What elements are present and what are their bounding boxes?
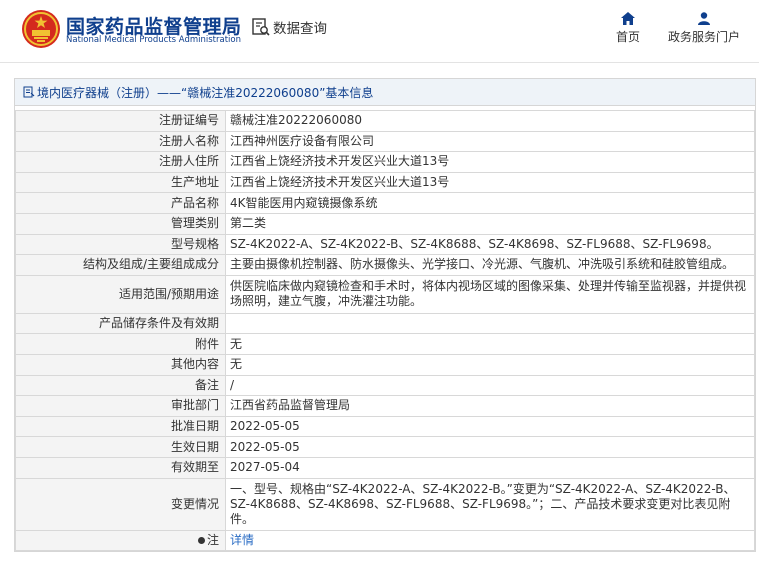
info-row: 型号规格 SZ-4K2022-A、SZ-4K2022-B、SZ-4K8688、SZ… — [15, 233, 755, 256]
info-bullet-icon — [197, 536, 205, 544]
data-query-icon — [252, 18, 270, 36]
row-value: 主要由摄像机控制器、防水摄像头、光学接口、冷光源、气腹机、冲洗吸引系统和硅胶管组… — [225, 254, 755, 276]
row-value: 2022-05-05 — [225, 415, 755, 438]
nav-home[interactable]: 首页 — [613, 12, 643, 45]
row-value: 江西省上饶经济技术开发区兴业大道13号 — [225, 151, 755, 173]
info-row: 变更情况 一、型号、规格由“SZ-4K2022-A、SZ-4K2022-B。”变更… — [15, 477, 755, 531]
row-label: 批准日期 — [15, 415, 226, 438]
info-row: 生产地址 江西省上饶经济技术开发区兴业大道13号 — [15, 171, 755, 194]
row-label: 变更情况 — [15, 477, 226, 531]
row-value: 供医院临床做内窥镜检查和手术时，将体内视场区域的图像采集、处理并传输至监视器，并… — [225, 274, 755, 314]
row-value: 无 — [225, 353, 755, 376]
row-value: 江西神州医疗设备有限公司 — [225, 130, 755, 153]
row-label: 审批部门 — [15, 395, 226, 417]
row-value: 2027-05-04 — [225, 456, 755, 479]
row-value: 2022-05-05 — [225, 436, 755, 458]
row-value: 赣械注准20222060080 — [225, 110, 755, 132]
nav-portal-label: 政务服务门户 — [667, 30, 740, 44]
panel-title-bar: 境内医疗器械（注册）——“赣械注准20222060080”基本信息 — [15, 79, 755, 106]
info-row: 产品名称 4K智能医用内窥镜摄像系统 — [15, 192, 755, 214]
nav-home-label: 首页 — [615, 30, 640, 44]
row-value: 无 — [225, 333, 755, 355]
site-subtitle: National Medical Products Administration — [66, 35, 241, 45]
row-value: 第二类 — [225, 212, 755, 235]
row-label: 管理类别 — [15, 212, 226, 235]
row-label: 型号规格 — [15, 233, 226, 256]
document-icon — [23, 86, 35, 98]
row-value: 江西省上饶经济技术开发区兴业大道13号 — [225, 171, 755, 194]
info-row: 有效期至 2027-05-04 — [15, 456, 755, 479]
info-row: 备注 / — [15, 374, 755, 397]
info-row: 注册人名称 江西神州医疗设备有限公司 — [15, 130, 755, 153]
info-row: 注册人住所 江西省上饶经济技术开发区兴业大道13号 — [15, 151, 755, 173]
site-header: 国家药品监督管理局 National Medical Products Admi… — [0, 0, 759, 62]
user-icon — [698, 12, 710, 25]
info-row: 产品储存条件及有效期 — [15, 312, 755, 335]
home-icon — [621, 12, 635, 25]
panel-title: 境内医疗器械（注册）——“赣械注准20222060080”基本信息 — [37, 85, 374, 100]
row-label: 产品储存条件及有效期 — [15, 312, 226, 335]
row-label: 结构及组成/主要组成成分 — [15, 254, 226, 276]
info-row: 注册证编号 赣械注准20222060080 — [15, 110, 755, 132]
info-row: 管理类别 第二类 — [15, 212, 755, 235]
info-row: 生效日期 2022-05-05 — [15, 436, 755, 458]
header-divider — [0, 62, 759, 78]
row-label: 适用范围/预期用途 — [15, 274, 226, 314]
info-row: 批准日期 2022-05-05 — [15, 415, 755, 438]
row-value: 江西省药品监督管理局 — [225, 395, 755, 417]
data-query-label: 数据查询 — [273, 21, 327, 37]
note-label-cell: 注 — [15, 529, 226, 552]
row-label: 产品名称 — [15, 192, 226, 214]
row-value: SZ-4K2022-A、SZ-4K2022-B、SZ-4K8688、SZ-4K8… — [225, 233, 755, 256]
row-value: 一、型号、规格由“SZ-4K2022-A、SZ-4K2022-B。”变更为“SZ… — [225, 477, 755, 531]
row-label: 有效期至 — [15, 456, 226, 479]
note-row: 注详情 — [15, 529, 755, 552]
row-label: 生产地址 — [15, 171, 226, 194]
info-row: 附件无 — [15, 333, 755, 355]
info-row: 结构及组成/主要组成成分 主要由摄像机控制器、防水摄像头、光学接口、冷光源、气腹机… — [15, 254, 755, 276]
row-value — [225, 312, 755, 335]
row-label: 备注 — [15, 374, 226, 397]
row-label: 注册证编号 — [15, 110, 226, 132]
data-query-link[interactable]: 数据查询 — [251, 17, 327, 37]
row-value: 4K智能医用内窥镜摄像系统 — [225, 192, 755, 214]
national-emblem-icon — [22, 10, 60, 48]
row-label: 注册人名称 — [15, 130, 226, 153]
nav-gov-service-portal[interactable]: 政务服务门户 — [667, 12, 741, 45]
row-label: 生效日期 — [15, 436, 226, 458]
row-label: 注册人住所 — [15, 151, 226, 173]
note-value-cell: 详情 — [225, 529, 755, 552]
info-row: 其他内容无 — [15, 353, 755, 376]
row-label: 其他内容 — [15, 353, 226, 376]
row-value: / — [225, 374, 755, 397]
device-info-table: 注册证编号 赣械注准20222060080 注册人名称 江西神州医疗设备有限公司 注册人… — [15, 110, 755, 552]
details-link[interactable]: 详情 — [230, 533, 254, 547]
detail-panel: 境内医疗器械（注册）——“赣械注准20222060080”基本信息 注册证编号赣… — [14, 78, 756, 553]
info-row: 审批部门 江西省药品监督管理局 — [15, 395, 755, 417]
note-label: 注 — [206, 532, 219, 547]
row-label: 附件 — [15, 333, 226, 355]
info-row: 适用范围/预期用途 供医院临床做内窥镜检查和手术时，将体内视场区域的图像采集、处理… — [15, 274, 755, 314]
